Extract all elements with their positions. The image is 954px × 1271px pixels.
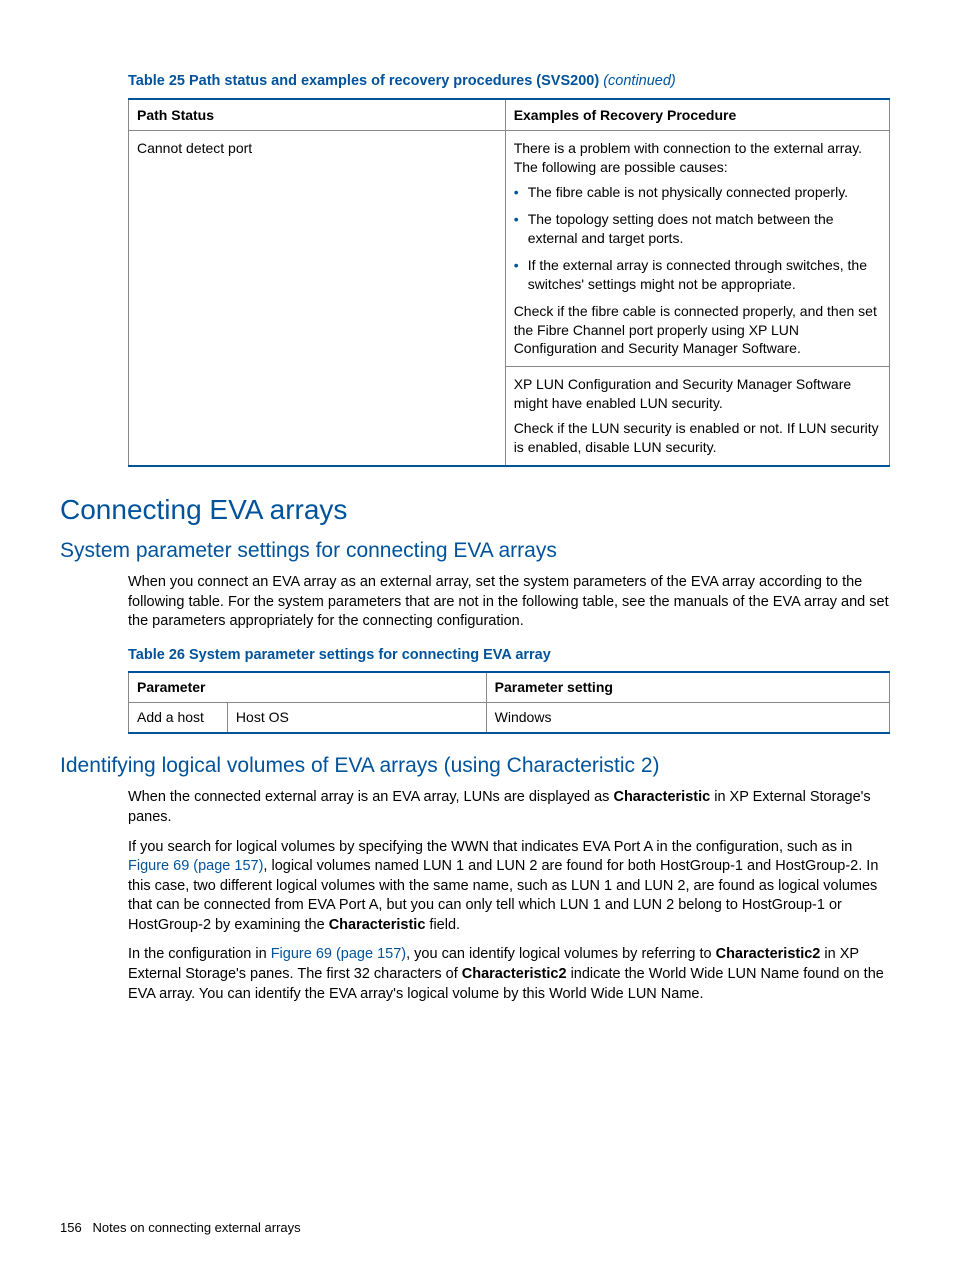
bullet-list: • The fibre cable is not physically conne… (514, 183, 881, 293)
table-header-row: Path Status Examples of Recovery Procedu… (129, 99, 890, 131)
text-run: field. (425, 917, 460, 933)
figure-link[interactable]: Figure 69 (page 157) (271, 946, 406, 962)
bullet-icon: • (514, 183, 519, 201)
table-25-block: Table 25 Path status and examples of rec… (128, 72, 890, 467)
text-run: , you can identify logical volumes by re… (406, 946, 715, 962)
table-25: Path Status Examples of Recovery Procedu… (128, 98, 890, 467)
list-item: • The topology setting does not match bet… (514, 210, 881, 248)
caption-italic: (continued) (599, 73, 676, 89)
body-para: In the configuration in Figure 69 (page … (128, 945, 890, 1004)
page-footer: 156 Notes on connecting external arrays (60, 1219, 301, 1237)
bold-text: Characteristic2 (462, 966, 567, 982)
footer-text: Notes on connecting external arrays (93, 1220, 301, 1235)
figure-link[interactable]: Figure 69 (page 157) (128, 858, 263, 874)
heading-identifying: Identifying logical volumes of EVA array… (60, 752, 890, 780)
th-path-status: Path Status (129, 99, 506, 131)
th-recovery: Examples of Recovery Procedure (505, 99, 889, 131)
table-25-caption: Table 25 Path status and examples of rec… (128, 72, 890, 92)
list-item: • The fibre cable is not physically conne… (514, 183, 881, 202)
cell-text: Check if the fibre cable is connected pr… (514, 302, 881, 359)
td-path-status: Cannot detect port (129, 131, 506, 466)
th-parameter: Parameter (129, 672, 487, 702)
td-windows: Windows (486, 703, 889, 733)
cell-text: XP LUN Configuration and Security Manage… (514, 375, 881, 413)
table-26-block: Table 26 System parameter settings for c… (128, 646, 890, 734)
bullet-text: If the external array is connected throu… (528, 257, 867, 292)
bullet-text: The topology setting does not match betw… (528, 211, 834, 246)
cell-text: There is a problem with connection to th… (514, 139, 881, 177)
table-26-caption: Table 26 System parameter settings for c… (128, 646, 890, 666)
bullet-icon: • (514, 210, 519, 228)
body-para: When you connect an EVA array as an exte… (128, 573, 890, 632)
bullet-icon: • (514, 256, 519, 274)
td-add-host: Add a host (129, 703, 228, 733)
heading-connecting-eva: Connecting EVA arrays (60, 491, 890, 529)
th-setting: Parameter setting (486, 672, 889, 702)
table-row: Add a host Host OS Windows (129, 703, 890, 733)
text-run: In the configuration in (128, 946, 271, 962)
td-recovery-2: XP LUN Configuration and Security Manage… (505, 367, 889, 466)
bold-text: Characteristic (613, 789, 710, 805)
heading-system-params: System parameter settings for connecting… (60, 537, 890, 565)
body-para: If you search for logical volumes by spe… (128, 838, 890, 936)
bullet-text: The fibre cable is not physically connec… (528, 184, 848, 200)
table-row: Cannot detect port There is a problem wi… (129, 131, 890, 367)
table-header-row: Parameter Parameter setting (129, 672, 890, 702)
caption-bold: Table 25 Path status and examples of rec… (128, 73, 599, 89)
bold-text: Characteristic2 (716, 946, 821, 962)
table-26: Parameter Parameter setting Add a host H… (128, 671, 890, 734)
text-run: When the connected external array is an … (128, 789, 613, 805)
td-host-os: Host OS (227, 703, 486, 733)
body-para: When the connected external array is an … (128, 788, 890, 827)
td-recovery-1: There is a problem with connection to th… (505, 131, 889, 367)
cell-text: Check if the LUN security is enabled or … (514, 419, 881, 457)
text-run: If you search for logical volumes by spe… (128, 839, 852, 855)
list-item: • If the external array is connected thro… (514, 256, 881, 294)
page-number: 156 (60, 1220, 82, 1235)
bold-text: Characteristic (329, 917, 426, 933)
